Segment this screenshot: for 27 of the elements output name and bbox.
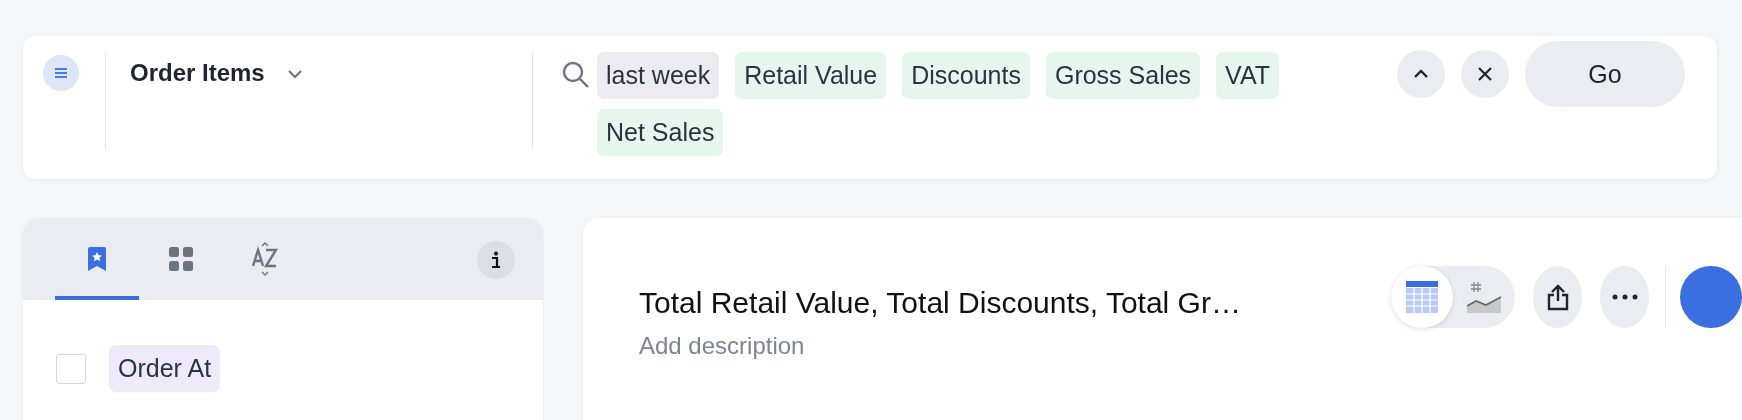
column-token[interactable]: Retail Value xyxy=(735,52,887,99)
table-icon xyxy=(1405,280,1439,314)
table-view-button[interactable] xyxy=(1391,266,1453,328)
close-button[interactable] xyxy=(1461,50,1509,98)
search-icon xyxy=(561,60,591,90)
column-token[interactable]: Discounts xyxy=(902,52,1030,99)
answer-title[interactable]: Total Retail Value, Total Discounts, Total Gr… xyxy=(639,286,1393,320)
column-token[interactable]: Net Sales xyxy=(597,109,724,156)
share-icon xyxy=(1546,283,1569,311)
data-source-name[interactable]: Order Items xyxy=(130,59,265,87)
go-button[interactable]: Go xyxy=(1525,41,1685,107)
sort-icon xyxy=(251,242,279,276)
more-icon xyxy=(1611,294,1638,300)
list-icon[interactable] xyxy=(43,55,79,91)
chevron-up-icon xyxy=(1413,69,1429,79)
keyword-token[interactable]: last week xyxy=(597,52,720,99)
area-chart-icon xyxy=(1466,280,1502,314)
column-chip[interactable]: Order At xyxy=(109,345,221,392)
description-placeholder[interactable]: Add description xyxy=(639,332,1393,360)
column-token[interactable]: VAT xyxy=(1216,52,1280,99)
column-token[interactable]: Gross Sales xyxy=(1045,52,1201,99)
checkbox[interactable] xyxy=(56,353,86,384)
info-icon[interactable] xyxy=(477,241,515,279)
bookmark-icon xyxy=(86,246,108,272)
chevron-down-icon[interactable] xyxy=(286,69,303,79)
close-icon xyxy=(1477,66,1493,82)
grid-icon xyxy=(168,246,194,272)
